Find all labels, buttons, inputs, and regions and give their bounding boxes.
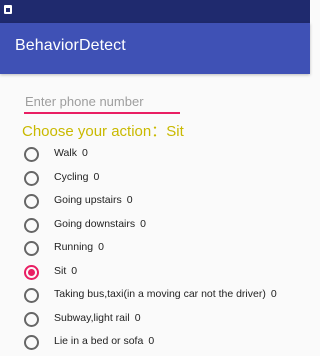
option-text: Running 0 (54, 241, 104, 253)
radio-button[interactable] (24, 170, 39, 186)
option-count: 0 (98, 241, 104, 253)
radio-button[interactable] (24, 288, 39, 303)
action-option-going-upstairs[interactable]: Going upstairs 0 (0, 190, 310, 214)
option-label: Sit (54, 264, 67, 277)
status-bar (0, 0, 310, 23)
option-label: Taking bus,taxi(in a moving car not the … (54, 288, 266, 300)
radio-button[interactable] (24, 241, 39, 256)
option-count: 0 (81, 147, 88, 159)
app-bar: BehaviorDetect (0, 23, 310, 74)
option-count: 0 (140, 217, 146, 230)
radio-button[interactable] (24, 194, 39, 209)
action-option-sit[interactable]: Sit 0 (0, 261, 310, 285)
selected-action: Sit (166, 123, 184, 140)
option-label: Lie in a bed or sofa (54, 335, 144, 347)
app-title: BehaviorDetect (15, 37, 126, 54)
option-text: Walk 0 (54, 147, 88, 159)
action-option-lie-in-bed-or-sofa[interactable]: Lie in a bed or sofa 0 (0, 331, 310, 355)
action-option-subway-light-rail[interactable]: Subway,light rail 0 (0, 308, 310, 332)
option-text: Lie in a bed or sofa 0 (54, 335, 154, 347)
choose-action-line: Choose your action：Sit (22, 120, 184, 141)
action-options-list: Walk 0 Cycling 0 Going upstairs 0 Going dow… (0, 143, 310, 355)
option-count: 0 (134, 311, 141, 324)
option-count: 0 (148, 335, 155, 347)
option-label: Going upstairs (54, 194, 122, 206)
radio-button[interactable] (24, 147, 39, 162)
action-option-cycling[interactable]: Cycling 0 (0, 167, 310, 191)
radio-button[interactable] (24, 311, 39, 327)
option-text: Taking bus,taxi(in a moving car not the … (54, 288, 277, 300)
radio-button-checked[interactable] (24, 264, 39, 280)
action-option-walk[interactable]: Walk 0 (0, 143, 310, 167)
option-count: 0 (71, 264, 78, 277)
option-count: 0 (270, 288, 277, 300)
option-text: Subway,light rail 0 (54, 312, 141, 324)
option-label: Walk (54, 147, 77, 159)
phone-number-input[interactable] (24, 90, 180, 114)
option-text: Going downstairs 0 (54, 218, 146, 230)
action-option-taking-bus-taxi[interactable]: Taking bus,taxi(in a moving car not the … (0, 284, 310, 308)
option-label: Cycling (54, 170, 89, 183)
radio-button[interactable] (24, 217, 39, 233)
option-label: Subway,light rail (54, 311, 130, 324)
option-count: 0 (93, 170, 100, 183)
option-label: Going downstairs (54, 217, 136, 230)
action-option-running[interactable]: Running 0 (0, 237, 310, 261)
option-count: 0 (126, 194, 133, 206)
action-option-going-downstairs[interactable]: Going downstairs 0 (0, 214, 310, 238)
radio-button[interactable] (24, 335, 39, 350)
notification-icon (4, 5, 12, 14)
option-text: Cycling 0 (54, 171, 99, 183)
option-text: Sit 0 (54, 265, 77, 277)
choose-action-prefix: Choose your action： (22, 123, 167, 140)
option-text: Going upstairs 0 (54, 194, 133, 206)
option-label: Running (54, 241, 94, 253)
